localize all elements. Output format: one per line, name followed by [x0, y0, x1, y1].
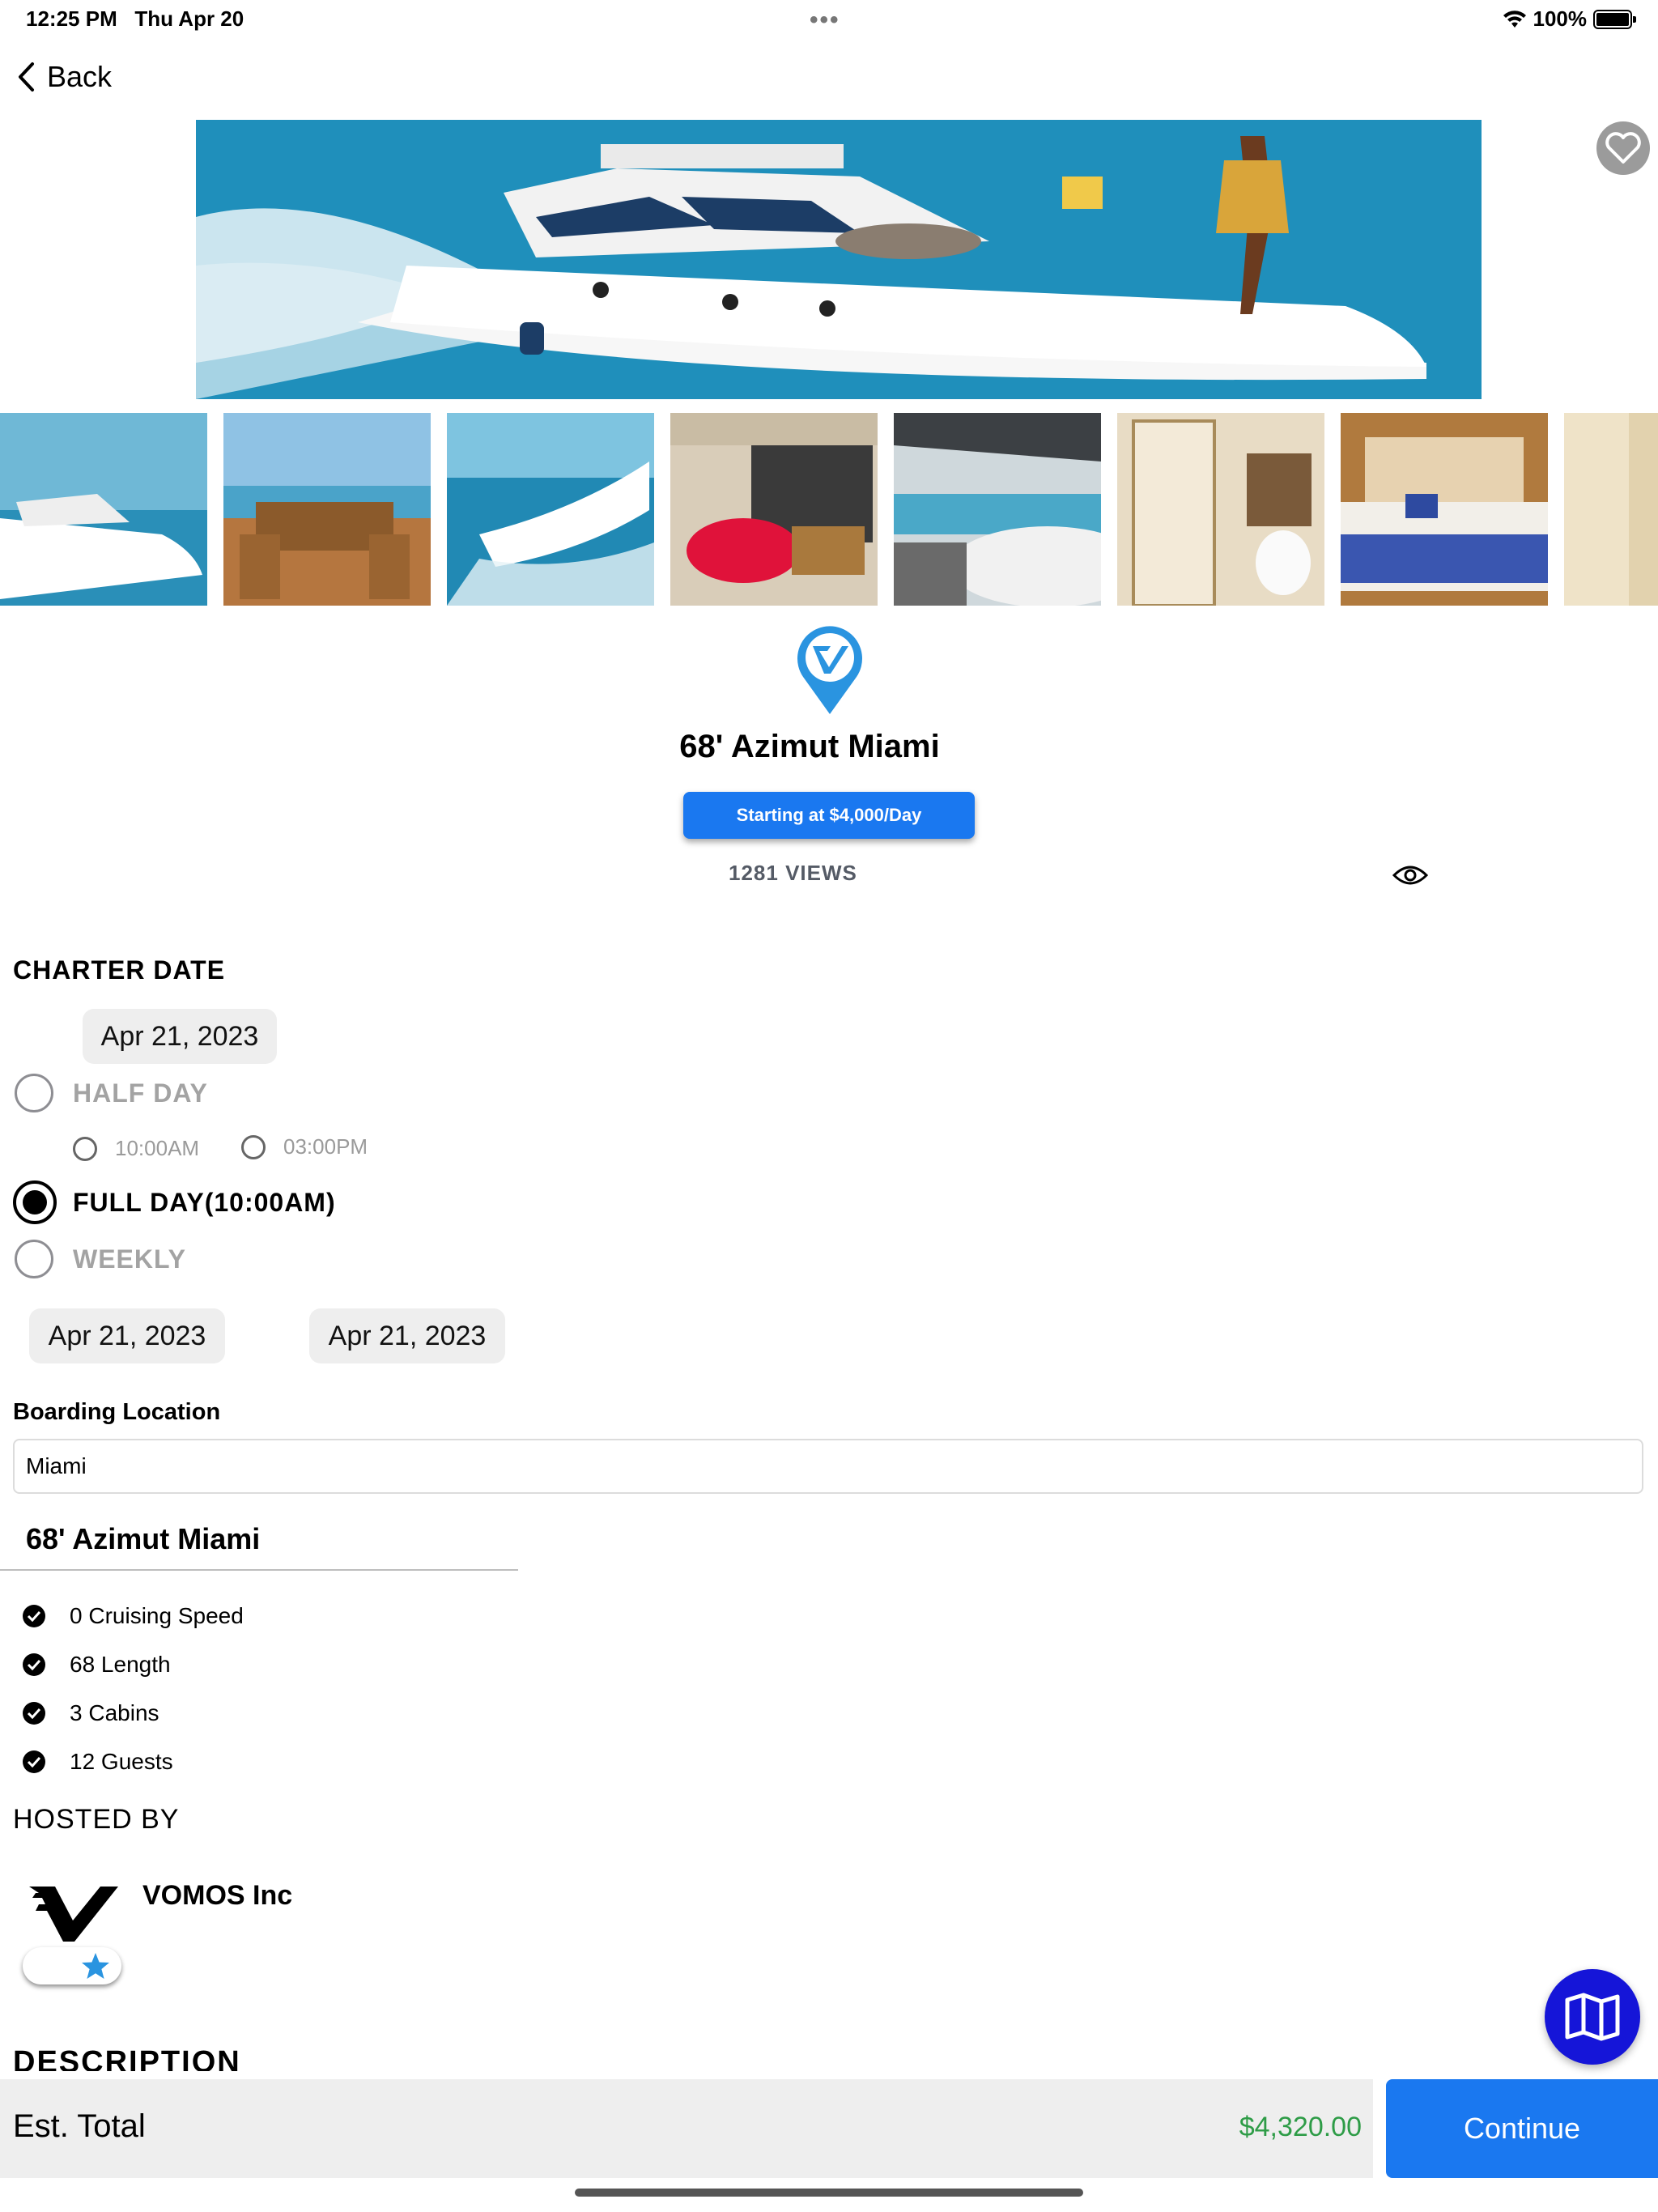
- thumbnail-4[interactable]: [670, 413, 878, 606]
- radio-half-day[interactable]: HALF DAY: [15, 1074, 208, 1112]
- spec-item: 0 Cruising Speed: [23, 1603, 244, 1629]
- photo-thumbnails: [0, 413, 1658, 606]
- host-rating: [23, 1947, 121, 1984]
- host-name[interactable]: VOMOS Inc: [142, 1880, 292, 1912]
- weekly-end-date[interactable]: Apr 21, 2023: [309, 1308, 505, 1363]
- spec-label: 12 Guests: [70, 1749, 173, 1774]
- thumbnail-8[interactable]: [1564, 413, 1658, 606]
- radio-circle[interactable]: [15, 1074, 53, 1112]
- charter-date-heading: CHARTER DATE: [13, 955, 226, 985]
- thumbnail-3[interactable]: [447, 413, 654, 606]
- listing-title: 68' Azimut Miami: [679, 729, 940, 764]
- specs-divider: [0, 1569, 518, 1571]
- sub-radio-circle[interactable]: [73, 1136, 97, 1161]
- check-icon: [23, 1702, 45, 1725]
- view-count: 1281 VIEWS: [729, 861, 857, 885]
- specs-title: 68' Azimut Miami: [26, 1522, 261, 1555]
- description-heading: DESCRIPTION: [13, 2047, 241, 2071]
- radio-time-1000[interactable]: 10:00AM: [73, 1136, 199, 1161]
- battery-percent: 100%: [1533, 6, 1588, 31]
- charter-date-picker[interactable]: Apr 21, 2023: [83, 1009, 277, 1064]
- status-right: 100%: [1503, 6, 1636, 32]
- eye-icon: [1392, 866, 1428, 885]
- home-indicator[interactable]: [575, 2189, 1083, 2197]
- thumbnail-1[interactable]: [0, 413, 207, 606]
- thumbnail-7[interactable]: [1341, 413, 1548, 606]
- spec-label: 3 Cabins: [70, 1700, 159, 1725]
- location-pin-icon: [797, 626, 862, 714]
- time-label: 03:00PM: [283, 1134, 368, 1159]
- thumbnail-5[interactable]: [894, 413, 1101, 606]
- host-logo[interactable]: [24, 1878, 121, 1943]
- check-icon: [23, 1605, 45, 1627]
- multitask-dots[interactable]: •••: [810, 6, 840, 34]
- hosted-by-heading: HOSTED BY: [13, 1804, 180, 1835]
- boarding-location-input[interactable]: Miami: [13, 1439, 1643, 1494]
- sub-radio-circle[interactable]: [241, 1134, 266, 1159]
- est-total-label: Est. Total: [13, 2108, 146, 2144]
- star-icon: [82, 1953, 109, 1979]
- chevron-left-icon: [19, 62, 34, 91]
- status-time: 12:25 PM Thu Apr 20: [26, 6, 244, 32]
- yacht-photo: [196, 120, 1482, 399]
- boarding-location-label: Boarding Location: [13, 1399, 221, 1425]
- radio-circle[interactable]: [15, 1240, 53, 1278]
- weekly-start-date[interactable]: Apr 21, 2023: [29, 1308, 225, 1363]
- thumbnail-6[interactable]: [1117, 413, 1324, 606]
- time-label: 10:00AM: [115, 1136, 200, 1160]
- map-button[interactable]: [1545, 1969, 1640, 2065]
- back-button[interactable]: Back: [16, 60, 112, 94]
- thumbnail-2[interactable]: [223, 413, 431, 606]
- radio-weekly[interactable]: WEEKLY: [15, 1240, 186, 1278]
- spec-item: 3 Cabins: [23, 1700, 159, 1726]
- check-icon: [23, 1653, 45, 1676]
- heart-icon: [1605, 132, 1641, 164]
- spec-item: 12 Guests: [23, 1749, 173, 1775]
- wifi-icon: [1503, 10, 1526, 28]
- map-icon: [1565, 1993, 1620, 2041]
- weekly-label: WEEKLY: [73, 1244, 186, 1274]
- battery-icon: [1593, 9, 1636, 29]
- price-badge[interactable]: Starting at $4,000/Day: [683, 792, 975, 839]
- radio-circle-selected[interactable]: [13, 1180, 57, 1224]
- half-day-label: HALF DAY: [73, 1078, 208, 1108]
- radio-time-0300[interactable]: 03:00PM: [241, 1134, 368, 1159]
- spec-label: 68 Length: [70, 1652, 171, 1677]
- radio-full-day[interactable]: FULL DAY(10:00AM): [13, 1180, 336, 1224]
- continue-button[interactable]: Continue: [1386, 2079, 1658, 2178]
- hero-image[interactable]: [196, 120, 1482, 399]
- favorite-button[interactable]: [1596, 121, 1650, 175]
- status-date: Thu Apr 20: [134, 6, 244, 31]
- est-total-value: $4,320.00: [1239, 2112, 1362, 2142]
- spec-item: 68 Length: [23, 1652, 171, 1678]
- spec-label: 0 Cruising Speed: [70, 1603, 244, 1628]
- full-day-label: FULL DAY(10:00AM): [73, 1187, 336, 1217]
- back-label: Back: [47, 60, 113, 93]
- check-icon: [23, 1750, 45, 1773]
- status-clock: 12:25 PM: [26, 6, 117, 31]
